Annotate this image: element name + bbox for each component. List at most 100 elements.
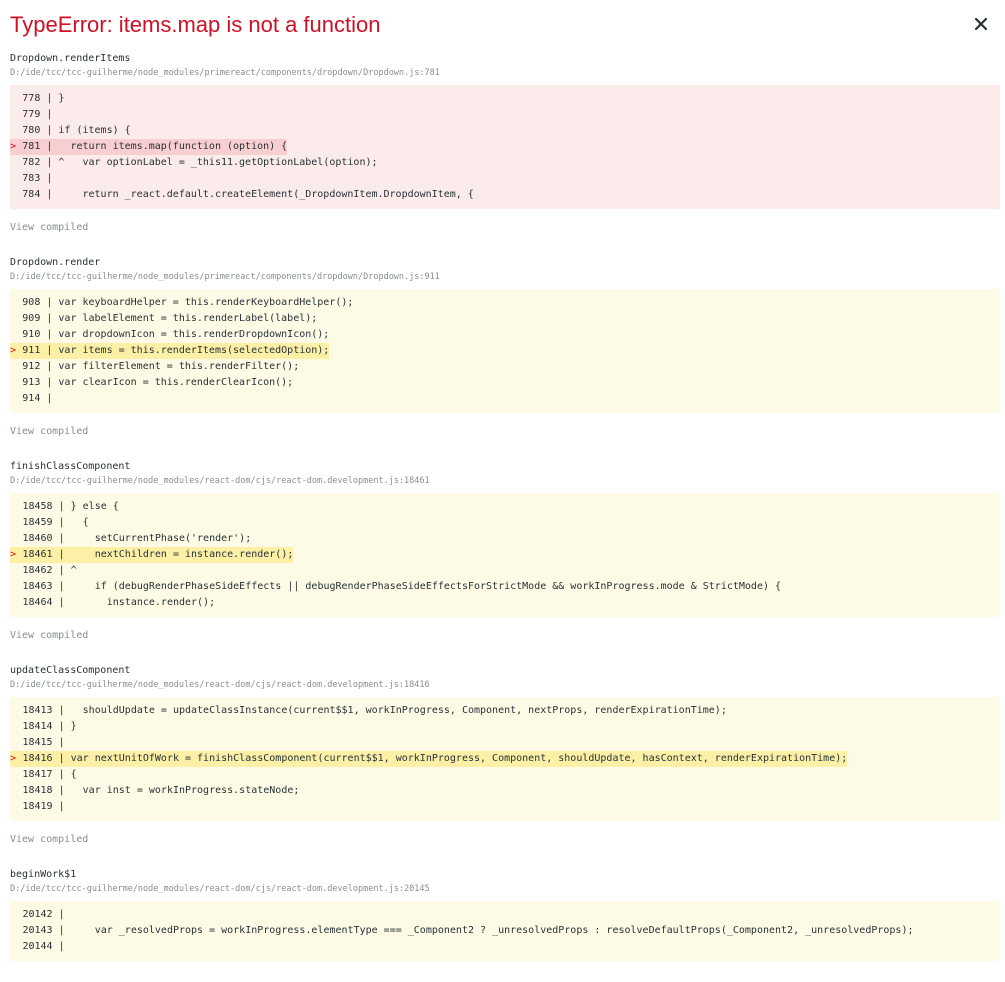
- line-number: 18462: [22, 565, 53, 576]
- code-line-wrap: 18464 | instance.render();: [10, 595, 1000, 611]
- code-line-wrap: 18460 | setCurrentPhase('render');: [10, 531, 1000, 547]
- line-number: 782: [22, 157, 41, 168]
- view-compiled-link[interactable]: View compiled: [10, 833, 1000, 847]
- frame-function-name: Dropdown.render: [10, 257, 101, 268]
- code-line: 778 | }: [10, 91, 1000, 107]
- line-separator: |: [52, 801, 71, 812]
- view-compiled-link[interactable]: View compiled: [10, 629, 1000, 643]
- code-line: 20142 |: [10, 907, 1000, 923]
- code-snippet: 18458 | } else { 18459 | { 18460 | setCu…: [10, 493, 1000, 617]
- code-line: 18417 | {: [10, 767, 1000, 783]
- line-marker: [10, 941, 22, 952]
- line-marker: [10, 173, 22, 184]
- code-text: var _resolvedProps = workInProgress.elem…: [70, 925, 914, 936]
- line-number: 20142: [22, 909, 53, 920]
- code-line-wrap: 912 | var filterElement = this.renderFil…: [10, 359, 1000, 375]
- code-text: nextChildren = instance.render();: [70, 549, 294, 560]
- code-line-wrap: > 18461 | nextChildren = instance.render…: [10, 547, 1000, 563]
- line-number: 20143: [22, 925, 53, 936]
- line-number: 18463: [22, 581, 53, 592]
- line-number: 18419: [22, 801, 53, 812]
- code-text: } else {: [70, 501, 119, 512]
- code-line: 779 |: [10, 107, 1000, 123]
- stack-frame: beginWork$1 D:/ide/tcc/tcc-guilherme/node…: [10, 868, 1000, 961]
- close-button[interactable]: [973, 16, 989, 32]
- code-line-wrap: 18414 | }: [10, 719, 1000, 735]
- code-line: 780 | if (items) {: [10, 123, 1000, 139]
- code-snippet: 908 | var keyboardHelper = this.renderKe…: [10, 289, 1000, 413]
- code-line: 18418 | var inst = workInProgress.stateN…: [10, 783, 1000, 799]
- line-marker: >: [10, 345, 23, 356]
- code-line-wrap: 18419 |: [10, 799, 1000, 815]
- line-number: 18415: [22, 737, 53, 748]
- code-line: 18419 |: [10, 799, 1000, 815]
- code-line: 18414 | }: [10, 719, 1000, 735]
- line-marker: [10, 157, 22, 168]
- line-marker: [10, 533, 22, 544]
- code-text: {: [70, 769, 77, 780]
- frame-function-name: updateClassComponent: [10, 665, 131, 676]
- code-text: instance.render();: [70, 597, 216, 608]
- view-compiled-link[interactable]: View compiled: [10, 221, 1000, 235]
- code-line: 20144 |: [10, 939, 1000, 955]
- code-line: 914 |: [10, 391, 1000, 407]
- line-marker: [10, 785, 22, 796]
- line-separator: |: [52, 737, 71, 748]
- code-line-wrap: 782 | ^ var optionLabel = _this11.getOpt…: [10, 155, 1000, 171]
- line-separator: |: [40, 109, 59, 120]
- line-separator: |: [52, 785, 71, 796]
- line-marker: [10, 909, 22, 920]
- code-line-wrap: 910 | var dropdownIcon = this.renderDrop…: [10, 327, 1000, 343]
- line-number: 784: [22, 189, 41, 200]
- line-marker: [10, 769, 22, 780]
- line-separator: |: [40, 141, 59, 152]
- line-separator: |: [40, 173, 59, 184]
- line-number: 18458: [22, 501, 53, 512]
- code-line-wrap: 18459 | {: [10, 515, 1000, 531]
- code-line-wrap: > 781 | return items.map(function (optio…: [10, 139, 1000, 155]
- line-separator: |: [40, 157, 59, 168]
- line-number: 909: [22, 313, 41, 324]
- line-marker: [10, 721, 22, 732]
- code-line-wrap: > 18416 | var nextUnitOfWork = finishCla…: [10, 751, 1000, 767]
- code-line-wrap: 18413 | shouldUpdate = updateClassInstan…: [10, 703, 1000, 719]
- line-separator: |: [52, 549, 71, 560]
- line-number: 18461: [22, 549, 53, 560]
- line-number: 912: [22, 361, 41, 372]
- code-line: 908 | var keyboardHelper = this.renderKe…: [10, 295, 1000, 311]
- code-line-wrap: > 911 | var items = this.renderItems(sel…: [10, 343, 1000, 359]
- line-separator: |: [40, 329, 59, 340]
- line-separator: |: [52, 501, 71, 512]
- line-marker: [10, 125, 22, 136]
- code-line: 18458 | } else {: [10, 499, 1000, 515]
- close-icon: [974, 17, 988, 31]
- code-line: 784 | return _react.default.createElemen…: [10, 187, 1000, 203]
- code-line: 18462 | ^: [10, 563, 1000, 579]
- code-line-wrap: 20142 |: [10, 907, 1000, 923]
- line-number: 783: [22, 173, 41, 184]
- code-line: 18415 |: [10, 735, 1000, 751]
- code-line-wrap: 784 | return _react.default.createElemen…: [10, 187, 1000, 203]
- line-number: 20144: [22, 941, 53, 952]
- view-compiled-link[interactable]: View compiled: [10, 425, 1000, 439]
- code-line-wrap: 18462 | ^: [10, 563, 1000, 579]
- code-text: return items.map(function (option) {: [58, 141, 288, 152]
- line-separator: |: [40, 93, 59, 104]
- line-number: 780: [22, 125, 41, 136]
- line-number: 913: [22, 377, 41, 388]
- line-number: 779: [22, 109, 41, 120]
- code-line-wrap: 778 | }: [10, 91, 1000, 107]
- code-text: shouldUpdate = updateClassInstance(curre…: [70, 705, 727, 716]
- code-line-wrap: 18418 | var inst = workInProgress.stateN…: [10, 783, 1000, 799]
- code-line-wrap: 908 | var keyboardHelper = this.renderKe…: [10, 295, 1000, 311]
- code-text: var keyboardHelper = this.renderKeyboard…: [58, 297, 354, 308]
- line-marker: [10, 313, 22, 324]
- frame-file-location: D:/ide/tcc/tcc-guilherme/node_modules/re…: [10, 884, 430, 894]
- error-header: TypeError: items.map is not a function: [10, 10, 995, 40]
- code-line-wrap: 18417 | {: [10, 767, 1000, 783]
- frame-function-name: finishClassComponent: [10, 461, 131, 472]
- code-line: 18464 | instance.render();: [10, 595, 1000, 611]
- line-marker: [10, 93, 22, 104]
- code-line: 913 | var clearIcon = this.renderClearIc…: [10, 375, 1000, 391]
- code-line-wrap: 779 |: [10, 107, 1000, 123]
